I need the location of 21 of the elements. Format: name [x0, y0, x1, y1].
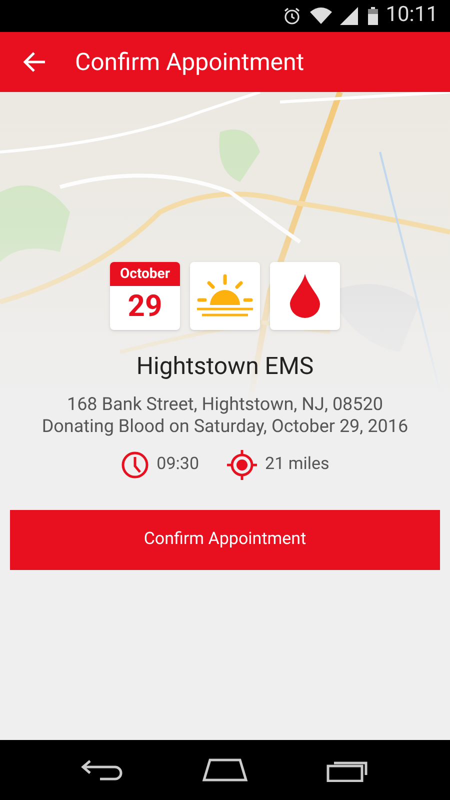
- screen-title: Confirm Appointment: [75, 47, 304, 78]
- target-icon: [227, 450, 258, 480]
- home-nav-icon: [202, 758, 248, 782]
- address-text: 168 Bank Street, Hightstown, NJ, 08520: [66, 394, 384, 416]
- sunrise-icon: [196, 273, 254, 319]
- wifi-icon: [310, 7, 332, 25]
- month-label: October: [110, 262, 180, 286]
- confirm-appointment-button[interactable]: Confirm Appointment: [10, 510, 440, 570]
- clock-icon: [120, 451, 149, 479]
- day-number: 29: [128, 288, 162, 326]
- battery-icon: [368, 7, 378, 25]
- signal-icon: [340, 7, 360, 25]
- location-name: Hightstown EMS: [136, 351, 314, 382]
- blood-drop-icon: [290, 274, 320, 318]
- distance-text: 21 miles: [265, 453, 330, 476]
- donation-description: Donating Blood on Saturday, October 29, 2016: [42, 416, 408, 438]
- back-arrow-icon: [23, 51, 47, 73]
- back-nav-icon: [80, 759, 124, 781]
- alarm-icon: [282, 6, 302, 26]
- appointment-time: 09:30: [156, 453, 200, 476]
- clock-time: 10:11: [386, 2, 438, 30]
